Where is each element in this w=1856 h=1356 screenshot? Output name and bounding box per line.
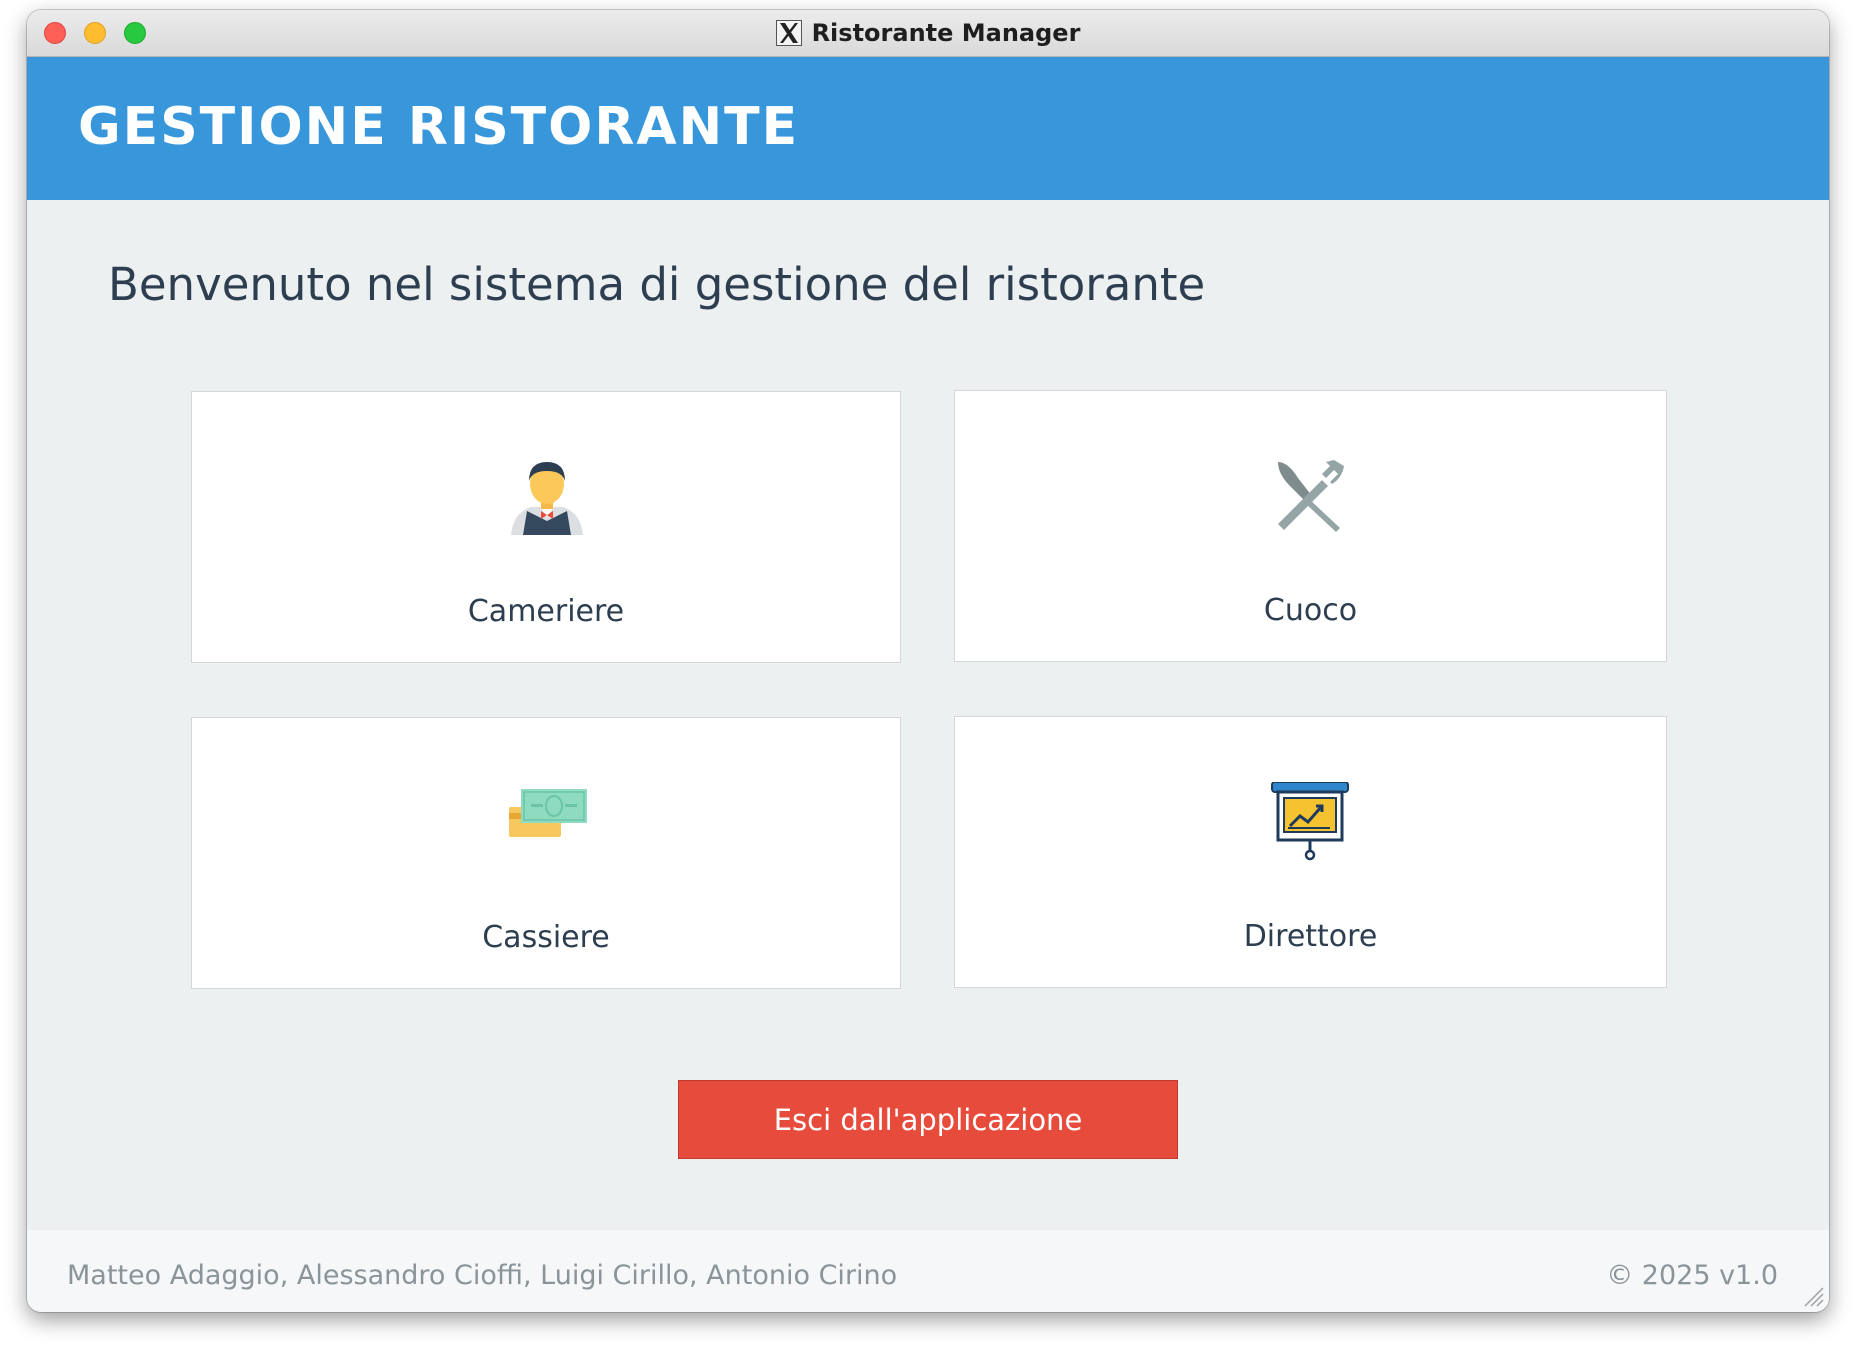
exit-button[interactable]: Esci dall'applicazione	[678, 1080, 1178, 1159]
footer-version: © 2025 v1.0	[1606, 1260, 1778, 1291]
role-label-cassiere: Cassiere	[482, 920, 610, 955]
footer-authors: Matteo Adaggio, Alessandro Cioffi, Luigi…	[67, 1260, 898, 1291]
role-card-direttore[interactable]: Direttore	[954, 716, 1667, 988]
window-title: Ristorante Manager	[811, 19, 1081, 47]
window-title-group: Ristorante Manager	[27, 10, 1829, 56]
footer: Matteo Adaggio, Alessandro Cioffi, Luigi…	[27, 1230, 1829, 1312]
role-card-cameriere[interactable]: Cameriere	[191, 391, 901, 663]
role-label-cuoco: Cuoco	[1263, 593, 1358, 628]
role-card-cuoco[interactable]: Cuoco	[954, 390, 1667, 662]
role-card-cassiere[interactable]: Cassiere	[191, 717, 901, 989]
waiter-icon	[507, 457, 587, 537]
role-label-direttore: Direttore	[1243, 919, 1378, 954]
resize-grip[interactable]	[1799, 1282, 1825, 1308]
knife-fork-icon	[1270, 456, 1350, 536]
app-window: Ristorante Manager GESTIONE RISTORANTE B…	[27, 10, 1829, 1312]
x11-icon	[775, 20, 802, 46]
presentation-chart-icon	[1270, 781, 1350, 862]
header-banner: GESTIONE RISTORANTE	[27, 57, 1829, 200]
app-heading: GESTIONE RISTORANTE	[78, 97, 800, 157]
welcome-message: Benvenuto nel sistema di gestione del ri…	[108, 258, 1206, 311]
role-label-cameriere: Cameriere	[467, 594, 625, 629]
cash-card-icon	[507, 783, 587, 863]
title-bar[interactable]: Ristorante Manager	[27, 10, 1829, 57]
